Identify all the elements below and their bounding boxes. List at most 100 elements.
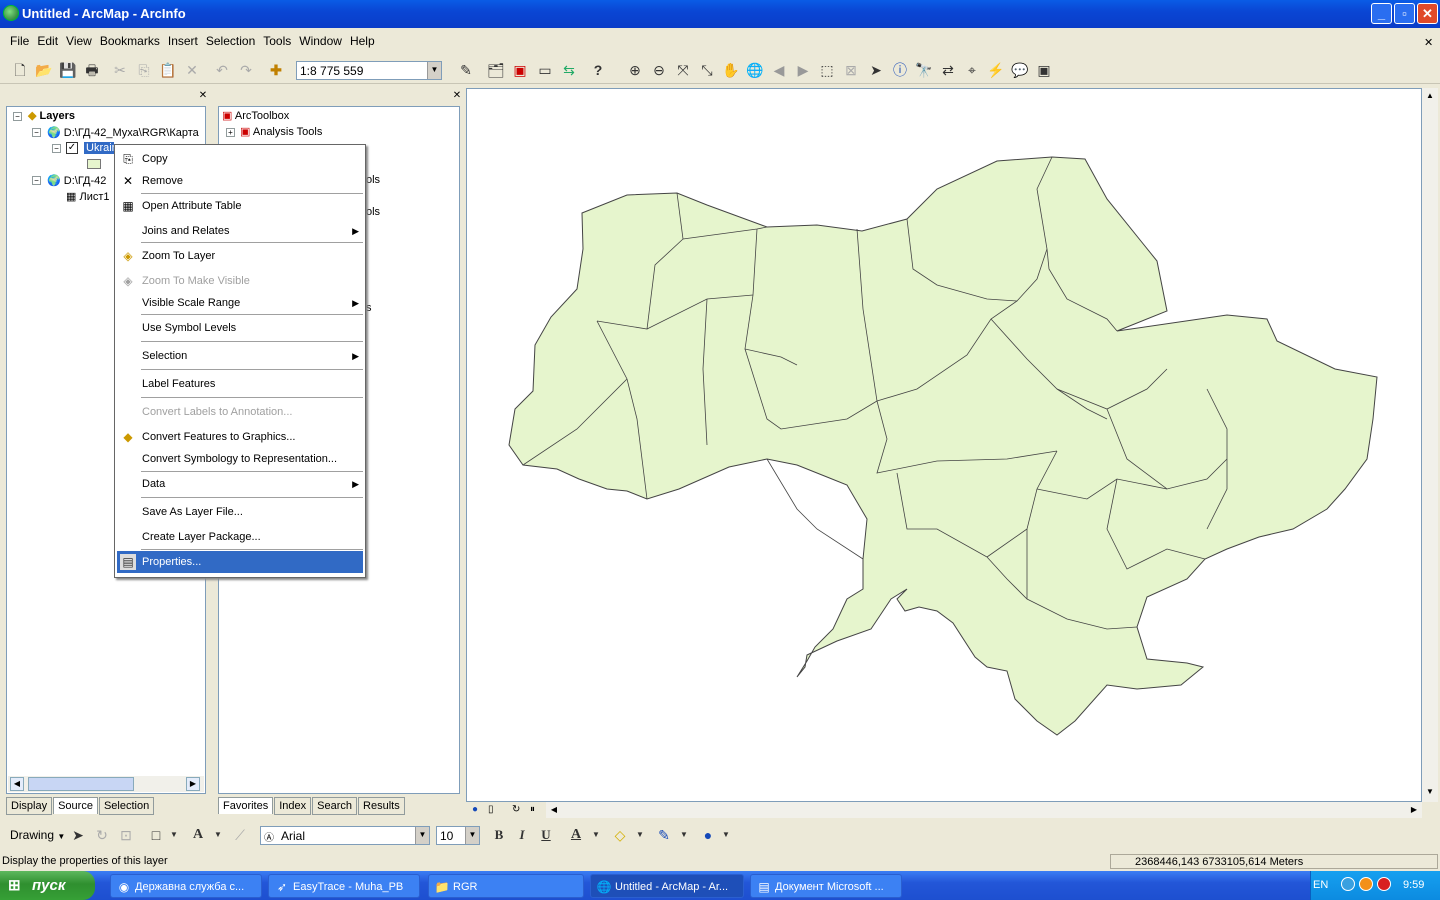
taskbar-item-folder[interactable]: 📁 RGR <box>428 874 584 898</box>
menu-item-remove[interactable]: ✕ Remove <box>117 170 363 192</box>
menu-window[interactable]: Window <box>295 30 346 52</box>
underline-button[interactable]: U <box>536 825 556 845</box>
menu-tools[interactable]: Tools <box>259 30 295 52</box>
menu-bookmarks[interactable]: Bookmarks <box>96 30 164 52</box>
tab-selection[interactable]: Selection <box>98 797 155 815</box>
identify-icon[interactable]: ⓘ <box>890 60 910 80</box>
menu-item-convert-symbology[interactable]: Convert Symbology to Representation... <box>117 448 363 470</box>
collapse-icon[interactable]: − <box>52 144 61 153</box>
chevron-down-icon[interactable]: ▼ <box>465 827 479 844</box>
pause-drawing-icon[interactable]: ⏸ <box>530 804 535 815</box>
font-color-button[interactable]: A <box>566 825 586 845</box>
font-size-combo[interactable]: 10 ▼ <box>436 826 480 845</box>
map-scale-combo[interactable]: 1:8 775 559 ▼ <box>296 61 442 80</box>
arctoolbox-root[interactable]: ▣ ArcToolbox <box>222 109 289 122</box>
copy-tool-icon[interactable]: ⎘ <box>134 60 154 80</box>
new-icon[interactable]: 🗋 <box>10 60 30 80</box>
chevron-down-icon[interactable]: ▼ <box>415 827 429 844</box>
layout-view-icon[interactable]: ▯ <box>488 804 494 815</box>
find-icon[interactable]: 🔭 <box>914 60 934 80</box>
menu-item-copy[interactable]: ⎘ Copy <box>117 148 363 170</box>
expand-icon[interactable]: + <box>226 128 235 137</box>
fixed-zoom-in-icon[interactable]: ⤧ <box>673 60 693 80</box>
data-frame-2[interactable]: 🌍 D:\ГД-42 <box>47 174 115 187</box>
marker-color-icon[interactable]: ● <box>698 825 718 845</box>
menu-item-use-symbol-levels[interactable]: Use Symbol Levels <box>117 317 363 339</box>
chevron-down-icon[interactable]: ▼ <box>164 825 184 845</box>
taskbar-item-browser[interactable]: ◉ Державна служба с... <box>110 874 262 898</box>
html-popup-icon[interactable]: 💬 <box>1010 60 1030 80</box>
start-button[interactable]: ⊞ пуск <box>0 871 95 900</box>
save-icon[interactable]: 💾 <box>58 60 78 80</box>
toolbox-analysis-tools[interactable]: ▣ Analysis Tools <box>240 125 322 138</box>
new-text-icon[interactable]: A <box>188 825 208 845</box>
menu-item-open-attribute-table[interactable]: ▦ Open Attribute Table <box>117 195 363 217</box>
language-indicator[interactable]: EN <box>1313 879 1328 891</box>
chevron-down-icon[interactable]: ▼ <box>586 825 606 845</box>
taskbar-item-word[interactable]: ▤ Документ Microsoft ... <box>750 874 902 898</box>
rectangle-icon[interactable]: □ <box>146 825 166 845</box>
layer-symbol-swatch[interactable] <box>87 159 101 169</box>
menu-item-properties[interactable]: ▤ Properties... <box>117 551 363 573</box>
data-view-icon[interactable]: ● <box>472 804 478 815</box>
taskbar-item-arcmap[interactable]: 🌐 Untitled - ArcMap - Ar... <box>590 874 744 898</box>
chevron-down-icon[interactable]: ▼ <box>630 825 650 845</box>
refresh-icon[interactable]: ↻ <box>512 804 520 815</box>
undo-icon[interactable]: ↶ <box>212 60 232 80</box>
menu-view[interactable]: View <box>62 30 96 52</box>
select-elements-icon[interactable]: ➤ <box>68 825 88 845</box>
open-icon[interactable]: 📂 <box>34 60 54 80</box>
tab-index[interactable]: Index <box>274 797 312 815</box>
cut-icon[interactable]: ✂ <box>110 60 130 80</box>
menu-help[interactable]: Help <box>346 30 379 52</box>
fixed-zoom-out-icon[interactable]: ⤡ <box>697 60 717 80</box>
zoom-out-icon[interactable]: ⊖ <box>649 60 669 80</box>
bold-button[interactable]: B <box>489 825 509 845</box>
map-display[interactable] <box>466 88 1422 802</box>
maximize-button[interactable]: ▫ <box>1394 3 1415 24</box>
collapse-icon[interactable]: − <box>32 176 41 185</box>
modelbuilder-icon[interactable]: ⇆ <box>559 60 579 80</box>
layers-root[interactable]: ◆ Layers <box>28 109 75 122</box>
menu-selection[interactable]: Selection <box>202 30 259 52</box>
go-to-xy-icon[interactable]: ⌖ <box>962 60 982 80</box>
menu-item-data[interactable]: Data ▶ <box>117 473 363 495</box>
menu-item-visible-scale-range[interactable]: Visible Scale Range ▶ <box>117 292 363 314</box>
chevron-down-icon[interactable]: ▼ <box>674 825 694 845</box>
forward-extent-icon[interactable]: ▶ <box>793 60 813 80</box>
menu-item-convert-labels[interactable]: Convert Labels to Annotation... <box>117 401 363 423</box>
fill-color-icon[interactable]: ◇ <box>610 825 630 845</box>
data-frame-1[interactable]: 🌍 D:\ГД-42_Муха\RGR\Карта <box>47 126 202 139</box>
zoom-whole-page-icon[interactable]: ⊡ <box>116 825 136 845</box>
menu-insert[interactable]: Insert <box>164 30 202 52</box>
chevron-down-icon[interactable]: ▼ <box>427 62 441 79</box>
collapse-icon[interactable]: − <box>13 112 22 121</box>
font-name-combo[interactable]: Ⓐ Arial ▼ <box>260 826 430 845</box>
close-button[interactable]: ✕ <box>1417 3 1438 24</box>
tab-source[interactable]: Source <box>53 797 98 814</box>
tab-display[interactable]: Display <box>6 797 53 815</box>
map-hscroll[interactable]: ◀ ▶ <box>546 802 1422 818</box>
rotate-icon[interactable]: ↻ <box>92 825 112 845</box>
menu-item-label-features[interactable]: Label Features <box>117 373 363 395</box>
add-data-icon[interactable]: ✚ <box>266 60 286 80</box>
layer-ukraine[interactable]: Ukrain <box>84 142 114 154</box>
chevron-down-icon[interactable]: ▼ <box>716 825 736 845</box>
paste-icon[interactable]: 📋 <box>158 60 178 80</box>
collapse-icon[interactable]: − <box>32 128 41 137</box>
command-line-icon[interactable]: ▭ <box>535 60 555 80</box>
arctoolbox-icon[interactable]: ▣ <box>510 60 530 80</box>
line-color-icon[interactable]: ✎ <box>654 825 674 845</box>
zoom-in-icon[interactable]: ⊕ <box>625 60 645 80</box>
tab-search[interactable]: Search <box>312 797 358 815</box>
layer-visibility-checkbox[interactable]: ✓ <box>66 142 78 154</box>
menu-close-icon[interactable]: ✕ <box>1424 36 1433 49</box>
print-icon[interactable]: 🖶 <box>82 60 102 80</box>
drawing-menu[interactable]: Drawing ▼ <box>6 825 66 845</box>
select-features-icon[interactable]: ⬚ <box>817 60 837 80</box>
taskbar-item-easytrace[interactable]: ➶ EasyTrace - Muha_PB <box>268 874 420 898</box>
table-item[interactable]: ▦ Лист1 <box>66 190 114 203</box>
toc-hscroll[interactable]: ◀ ▶ <box>8 776 204 792</box>
tray-app-icon[interactable] <box>1377 877 1391 891</box>
toc-close-icon[interactable]: ✕ <box>198 91 208 101</box>
